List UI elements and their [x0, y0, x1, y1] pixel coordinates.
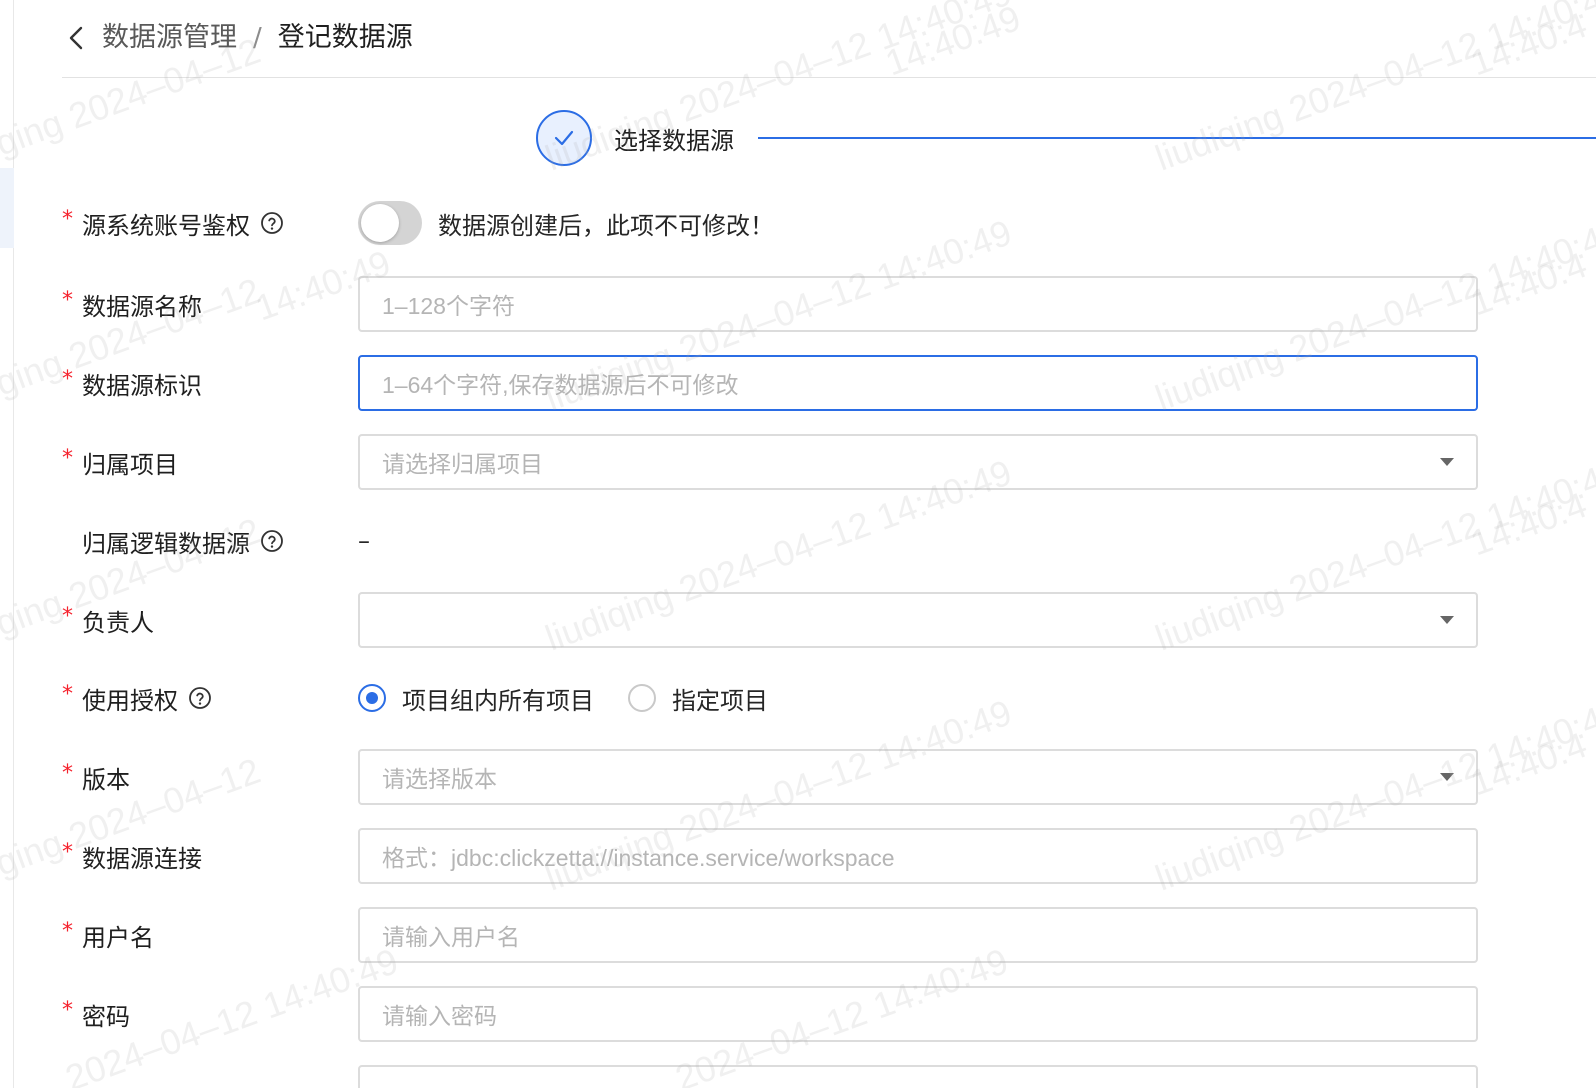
radio-all-projects[interactable]	[358, 684, 386, 712]
form-row-username: * 用户名 请输入用户名	[62, 907, 1512, 963]
left-panel-edge	[0, 0, 14, 1088]
usage-auth-radio-group: 项目组内所有项目 指定项目	[358, 681, 802, 716]
version-label: 版本	[82, 765, 130, 794]
required-mark: *	[62, 287, 73, 313]
required-mark: *	[62, 839, 73, 865]
form-row-connection: * 数据源连接 格式：jdbc:clickzetta://instance.se…	[62, 828, 1512, 884]
username-label: 用户名	[82, 923, 154, 952]
form-row-name: * 数据源名称 1–128个字符	[62, 276, 1512, 332]
step-connector	[758, 137, 1596, 139]
form-row-project: * 归属项目 请选择归属项目	[62, 434, 1512, 490]
name-input[interactable]: 1–128个字符	[358, 276, 1478, 332]
form-row-identifier: * 数据源标识 1–64个字符,保存数据源后不可修改	[62, 355, 1512, 411]
next-field-input[interactable]	[358, 1065, 1478, 1088]
project-select-placeholder: 请选择归属项目	[382, 451, 543, 477]
connection-label: 数据源连接	[82, 844, 202, 873]
page-header: 数据源管理 / 登记数据源	[62, 0, 1596, 78]
owner-select[interactable]	[358, 592, 1478, 648]
required-mark: *	[62, 366, 73, 392]
password-label: 密码	[82, 1002, 130, 1031]
check-icon	[536, 110, 592, 166]
question-circle-icon[interactable]	[260, 529, 284, 553]
left-panel-active-item[interactable]	[0, 168, 14, 248]
question-circle-icon[interactable]	[188, 686, 212, 710]
username-input[interactable]: 请输入用户名	[358, 907, 1478, 963]
required-mark: *	[62, 760, 73, 786]
form-row-version: * 版本 请选择版本	[62, 749, 1512, 805]
logical-source-value: –	[358, 527, 370, 555]
step-indicator: 选择数据源	[536, 110, 1596, 166]
owner-label: 负责人	[82, 608, 154, 637]
name-label: 数据源名称	[82, 292, 202, 321]
version-select-placeholder: 请选择版本	[382, 766, 497, 792]
required-mark: *	[62, 918, 73, 944]
radio-specified-project[interactable]	[628, 684, 656, 712]
form-row-usage-auth: * 使用授权 项目组内所有项目 指定项目	[62, 670, 1512, 726]
project-label: 归属项目	[82, 450, 178, 479]
usage-auth-label: 使用授权	[82, 686, 178, 715]
form-row-logical-source: 归属逻辑数据源 –	[62, 513, 1512, 569]
identifier-label: 数据源标识	[82, 371, 202, 400]
form-row-next-partial	[62, 1065, 1512, 1088]
form-row-owner: * 负责人	[62, 592, 1512, 648]
radio-all-projects-label[interactable]: 项目组内所有项目	[402, 681, 594, 716]
required-mark: *	[62, 206, 73, 232]
breadcrumb-parent[interactable]: 数据源管理	[102, 18, 237, 58]
caret-down-icon	[1440, 458, 1454, 466]
version-select[interactable]: 请选择版本	[358, 749, 1478, 805]
connection-input[interactable]: 格式：jdbc:clickzetta://instance.service/wo…	[358, 828, 1478, 884]
auth-label: 源系统账号鉴权	[82, 211, 250, 240]
required-mark: *	[62, 445, 73, 471]
form-row-password: * 密码 请输入密码	[62, 986, 1512, 1042]
question-circle-icon[interactable]	[260, 211, 284, 235]
breadcrumb-separator: /	[253, 22, 262, 53]
form-row-auth: * 源系统账号鉴权 数据源创建后，此项不可修改！	[62, 195, 1512, 251]
identifier-input[interactable]: 1–64个字符,保存数据源后不可修改	[358, 355, 1478, 411]
password-input[interactable]: 请输入密码	[358, 986, 1478, 1042]
radio-specified-project-label[interactable]: 指定项目	[672, 681, 768, 716]
required-mark: *	[62, 997, 73, 1023]
project-select[interactable]: 请选择归属项目	[358, 434, 1478, 490]
caret-down-icon	[1440, 616, 1454, 624]
caret-down-icon	[1440, 773, 1454, 781]
auth-toggle[interactable]	[358, 201, 422, 245]
breadcrumb-current: 登记数据源	[277, 21, 413, 53]
logical-source-label: 归属逻辑数据源	[82, 529, 250, 558]
chevron-left-icon[interactable]	[62, 24, 90, 52]
required-mark: *	[62, 681, 73, 707]
step-label: 选择数据源	[614, 126, 734, 155]
auth-note: 数据源创建后，此项不可修改！	[438, 211, 774, 240]
required-mark: *	[62, 603, 73, 629]
